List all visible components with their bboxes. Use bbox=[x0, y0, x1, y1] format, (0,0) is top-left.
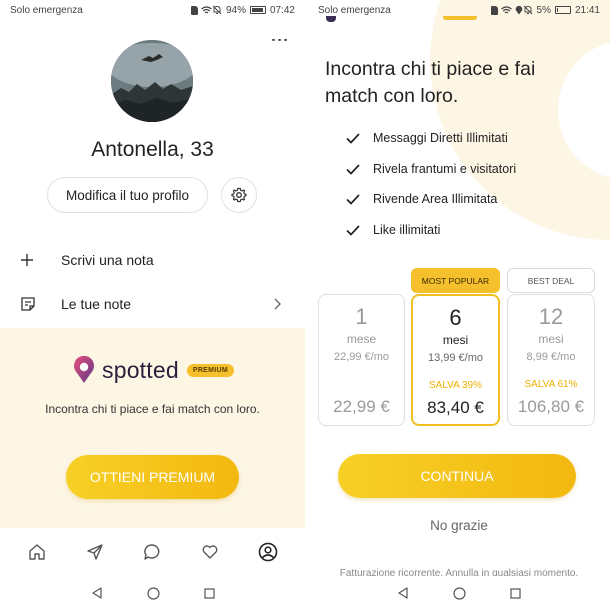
best-deal-tag: BEST DEAL bbox=[507, 268, 595, 293]
status-icons bbox=[490, 5, 523, 15]
plan-unit: mesi bbox=[538, 332, 564, 346]
profile-name: Antonella, 33 bbox=[91, 138, 214, 161]
system-nav-bar bbox=[0, 576, 305, 610]
plan-card-1-month[interactable]: 1 mese 22,99 €/mo 22,99 € bbox=[318, 294, 405, 426]
feature-label: Like illimitati bbox=[373, 223, 441, 237]
plan-unit: mesi bbox=[442, 333, 469, 347]
menu-item-your-notes[interactable]: Le tue note bbox=[0, 284, 305, 324]
plan-duration: 1 bbox=[355, 304, 368, 329]
feature-item: Messaggi Diretti Illimitati bbox=[346, 128, 508, 148]
home-nav-icon[interactable] bbox=[453, 586, 466, 600]
premium-badge: PREMIUM bbox=[186, 363, 235, 377]
battery-percent: 5% bbox=[536, 4, 551, 16]
profile-icon[interactable] bbox=[255, 539, 281, 565]
send-icon[interactable] bbox=[82, 539, 108, 565]
logo-text: spotted bbox=[102, 356, 179, 383]
clock: 07:42 bbox=[269, 4, 295, 16]
edit-profile-button[interactable]: Modifica il tuo profilo bbox=[47, 177, 208, 213]
feature-item: Like illimitati bbox=[346, 220, 440, 240]
spotted-pin-icon bbox=[74, 356, 94, 383]
status-bar: Solo emergenza 5% 21:41 bbox=[308, 0, 610, 20]
plan-total-price: 83,40 € bbox=[427, 398, 484, 417]
status-icons bbox=[190, 5, 212, 15]
status-right: 94% 07:42 bbox=[212, 5, 295, 16]
check-icon bbox=[346, 132, 362, 144]
menu-item-label: Le tue note bbox=[61, 296, 132, 312]
recents-icon[interactable] bbox=[510, 587, 521, 599]
chevron-right-icon bbox=[273, 298, 281, 310]
back-icon[interactable] bbox=[91, 587, 103, 599]
recents-icon[interactable] bbox=[203, 587, 215, 599]
battery-percent: 94% bbox=[225, 4, 246, 16]
plan-total-price: 106,80 € bbox=[517, 397, 585, 416]
back-icon[interactable] bbox=[397, 587, 409, 599]
check-icon bbox=[346, 163, 362, 175]
plan-duration: 12 bbox=[538, 304, 564, 329]
plan-monthly-price: 13,99 €/mo bbox=[427, 352, 484, 364]
settings-button[interactable] bbox=[221, 177, 257, 213]
home-nav-icon[interactable] bbox=[146, 586, 160, 600]
plan-card-12-months[interactable]: 12 mesi 8,99 €/mo SALVA 61% 106,80 € bbox=[507, 294, 595, 426]
menu-item-label: Scrivi una nota bbox=[61, 252, 154, 268]
battery-icon bbox=[249, 6, 266, 14]
plan-savings: SALVA 61% bbox=[524, 379, 578, 390]
check-icon bbox=[346, 193, 362, 205]
heart-icon[interactable] bbox=[197, 539, 223, 565]
plan-monthly-price: 8,99 €/mo bbox=[526, 351, 576, 363]
avatar-photo bbox=[111, 40, 193, 122]
tab-bar bbox=[0, 528, 305, 576]
sim-icon bbox=[190, 5, 198, 15]
page-title: Incontra chi ti piace e fai match con lo… bbox=[325, 58, 536, 107]
gear-icon bbox=[231, 187, 247, 203]
feature-item: Rivela frantumi e visitatori bbox=[346, 159, 516, 179]
wifi-icon bbox=[500, 5, 512, 13]
plan-savings: SALVA 39% bbox=[429, 380, 482, 391]
location-icon bbox=[515, 5, 522, 15]
chat-icon[interactable] bbox=[139, 539, 165, 565]
mute-bell-icon bbox=[523, 5, 532, 15]
left-screen: Solo emergenza 94% 07:42 ⋮ Antonella, 33… bbox=[0, 0, 305, 610]
plan-total-price: 22,99 € bbox=[333, 397, 390, 416]
plan-duration: 6 bbox=[449, 305, 462, 330]
carrier-label: Solo emergenza bbox=[10, 4, 83, 16]
battery-fill bbox=[251, 8, 263, 12]
promo-text: Incontra chi ti piace e fai match con lo… bbox=[45, 402, 260, 416]
feature-label: Messaggi Diretti Illimitati bbox=[373, 131, 508, 145]
check-icon bbox=[346, 224, 362, 236]
premium-promo: spotted PREMIUM Incontra chi ti piace e … bbox=[0, 328, 305, 528]
feature-item: Rivende Area Illimitata bbox=[346, 189, 497, 209]
avatar[interactable] bbox=[111, 40, 193, 122]
get-premium-button[interactable]: OTTIENI PREMIUM bbox=[66, 455, 239, 499]
plan-monthly-price: 22,99 €/mo bbox=[333, 351, 390, 363]
status-bar: Solo emergenza 94% 07:42 bbox=[0, 0, 305, 20]
wifi-icon bbox=[201, 5, 212, 13]
more-options-icon[interactable]: ⋮ bbox=[269, 31, 290, 50]
menu-item-write-note[interactable]: Scrivi una nota bbox=[0, 240, 305, 280]
notes-icon bbox=[20, 296, 50, 312]
plus-icon bbox=[20, 253, 50, 267]
mute-bell-icon bbox=[212, 5, 222, 15]
continue-button[interactable]: CONTINUA bbox=[338, 454, 576, 498]
status-right: 5% 21:41 bbox=[523, 5, 600, 16]
right-screen: Solo emergenza 5% 21:41 Incontra chi ti … bbox=[308, 0, 610, 610]
home-icon[interactable] bbox=[24, 539, 50, 565]
most-popular-tag: MOST POPULAR bbox=[411, 268, 500, 293]
battery-fill bbox=[556, 8, 558, 12]
system-nav-bar bbox=[308, 576, 610, 610]
spotted-logo: spotted PREMIUM bbox=[72, 356, 235, 384]
no-thanks-link[interactable]: No grazie bbox=[308, 518, 610, 533]
feature-label: Rivela frantumi e visitatori bbox=[373, 162, 517, 176]
clock: 21:41 bbox=[574, 4, 600, 16]
carrier-label: Solo emergenza bbox=[318, 4, 391, 16]
sim-icon bbox=[490, 5, 498, 15]
feature-label: Rivende Area Illimitata bbox=[373, 192, 498, 206]
battery-icon bbox=[554, 6, 571, 14]
plan-unit: mese bbox=[346, 332, 377, 346]
plan-card-6-months[interactable]: 6 mesi 13,99 €/mo SALVA 39% 83,40 € bbox=[411, 294, 500, 426]
